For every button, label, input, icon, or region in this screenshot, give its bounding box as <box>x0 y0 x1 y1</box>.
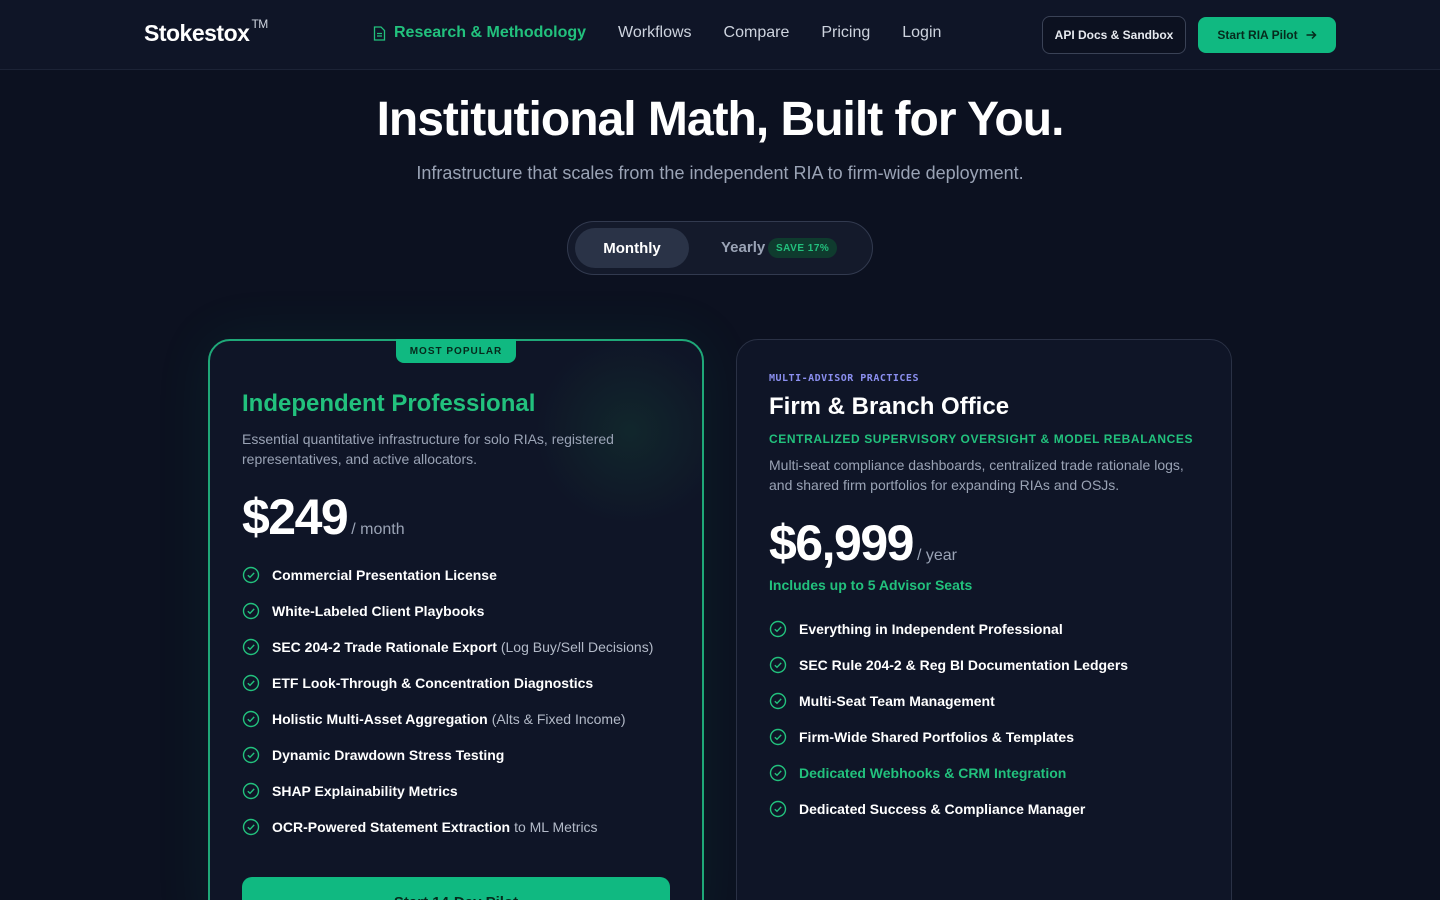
feature-item: Multi-Seat Team Management <box>769 683 1128 719</box>
monthly-option[interactable]: Monthly <box>575 228 689 268</box>
check-circle-icon <box>242 602 260 620</box>
plan-description: Essential quantitative infrastructure fo… <box>242 431 614 467</box>
feature-item: White-Labeled Client Playbooks <box>242 593 653 629</box>
feature-label: OCR-Powered Statement Extraction <box>272 819 511 835</box>
feature-item: Firm-Wide Shared Portfolios & Templates <box>769 719 1128 755</box>
feature-item: Dedicated Success & Compliance Manager <box>769 791 1128 827</box>
nav-pricing[interactable]: Pricing <box>821 24 870 42</box>
check-circle-icon <box>769 692 787 710</box>
feature-label: White-Labeled Client Playbooks <box>272 603 485 619</box>
main-nav: Research & Methodology Workflows Compare… <box>373 24 973 42</box>
check-circle-icon <box>769 656 787 674</box>
feature-label: ETF Look-Through & Concentration Diagnos… <box>272 675 594 691</box>
feature-item: SHAP Explainability Metrics <box>242 773 653 809</box>
check-circle-icon <box>242 710 260 728</box>
feature-label: Dynamic Drawdown Stress Testing <box>272 747 505 763</box>
plan-eyebrow: MULTI-ADVISOR PRACTICES <box>769 373 919 384</box>
top-navigation-bar: Stokestox TM Research & Methodology Workf… <box>0 0 1440 70</box>
check-circle-icon <box>242 818 260 836</box>
nav-login[interactable]: Login <box>902 24 941 42</box>
brand-logo[interactable]: Stokestox TM <box>144 17 268 47</box>
check-circle-icon <box>242 746 260 764</box>
price-period: / year <box>916 547 957 564</box>
nav-research-methodology[interactable]: Research & Methodology <box>373 24 586 42</box>
feature-item: ETF Look-Through & Concentration Diagnos… <box>242 665 653 701</box>
nav-compare[interactable]: Compare <box>724 24 790 42</box>
feature-label: Dedicated Success & Compliance Manager <box>799 801 1086 817</box>
check-circle-icon <box>242 638 260 656</box>
hero-subtitle: Infrastructure that scales from the inde… <box>416 163 1024 183</box>
start-pilot-button[interactable]: Start 14-Day Pilot <box>242 877 670 900</box>
check-circle-icon <box>769 800 787 818</box>
firm-feature-list: Everything in Independent Professional S… <box>769 611 1128 827</box>
feature-label: Holistic Multi-Asset Aggregation <box>272 711 488 727</box>
price-period: / month <box>351 521 405 538</box>
check-circle-icon <box>242 782 260 800</box>
feature-item: Dynamic Drawdown Stress Testing <box>242 737 653 773</box>
plan-price: $6,999 / year <box>769 514 957 572</box>
check-circle-icon <box>769 620 787 638</box>
feature-label: Multi-Seat Team Management <box>799 693 995 709</box>
feature-label: SHAP Explainability Metrics <box>272 783 458 799</box>
feature-label: Everything in Independent Professional <box>799 621 1063 637</box>
yearly-option[interactable]: Yearly <box>721 239 765 256</box>
advisor-seats-note: Includes up to 5 Advisor Seats <box>769 577 973 593</box>
check-circle-icon <box>242 566 260 584</box>
feature-note: to ML Metrics <box>514 819 598 835</box>
plan-name: Firm & Branch Office <box>769 393 1010 420</box>
nav-label: Research & Methodology <box>394 24 587 41</box>
check-circle-icon <box>242 674 260 692</box>
feature-label: SEC Rule 204-2 & Reg BI Documentation Le… <box>799 657 1129 673</box>
feature-item: SEC 204-2 Trade Rationale Export (Log Buy… <box>242 629 653 665</box>
document-icon <box>373 25 386 41</box>
feature-item: SEC Rule 204-2 & Reg BI Documentation Le… <box>769 647 1128 683</box>
most-popular-badge: MOST POPULAR <box>396 339 516 363</box>
start-ria-pilot-button[interactable]: Start RIA Pilot <box>1198 17 1336 53</box>
feature-item: Commercial Presentation License <box>242 557 653 593</box>
plan-name: Independent Professional <box>242 390 536 417</box>
brand-name[interactable]: Stokestox <box>144 20 250 46</box>
save-badge: SAVE 17% <box>768 238 838 258</box>
feature-item: Dedicated Webhooks & CRM Integration <box>769 755 1128 791</box>
feature-label: Dedicated Webhooks & CRM Integration <box>799 765 1067 781</box>
feature-label: Firm-Wide Shared Portfolios & Templates <box>799 729 1074 745</box>
api-docs-button[interactable]: API Docs & Sandbox <box>1042 16 1186 54</box>
feature-item: Everything in Independent Professional <box>769 611 1128 647</box>
check-circle-icon <box>769 764 787 782</box>
feature-note: (Log Buy/Sell Decisions) <box>500 639 654 655</box>
price-amount: $6,999 <box>769 515 914 571</box>
feature-note: (Alts & Fixed Income) <box>491 711 626 727</box>
feature-item: Holistic Multi-Asset Aggregation (Alts & … <box>242 701 653 737</box>
pro-feature-list: Commercial Presentation License White-La… <box>242 557 653 845</box>
arrow-right-icon <box>1306 30 1317 40</box>
plan-description: Multi-seat compliance dashboards, centra… <box>769 457 1184 493</box>
price-amount: $249 <box>242 489 349 545</box>
feature-label: SEC 204-2 Trade Rationale Export <box>272 639 497 655</box>
feature-item: OCR-Powered Statement Extraction to ML Me… <box>242 809 653 845</box>
nav-workflows[interactable]: Workflows <box>618 24 692 42</box>
trademark-mark: TM <box>251 17 268 32</box>
start-ria-pilot-label: Start RIA Pilot <box>1217 28 1298 42</box>
billing-period-toggle: Monthly Yearly SAVE 17% <box>567 221 873 275</box>
check-circle-icon <box>769 728 787 746</box>
plan-tagline: CENTRALIZED SUPERVISORY OVERSIGHT & MODE… <box>769 432 1194 446</box>
hero-title: Institutional Math, Built for You. <box>376 93 1065 146</box>
feature-label: Commercial Presentation License <box>272 567 497 583</box>
plan-price: $249 / month <box>242 488 405 546</box>
